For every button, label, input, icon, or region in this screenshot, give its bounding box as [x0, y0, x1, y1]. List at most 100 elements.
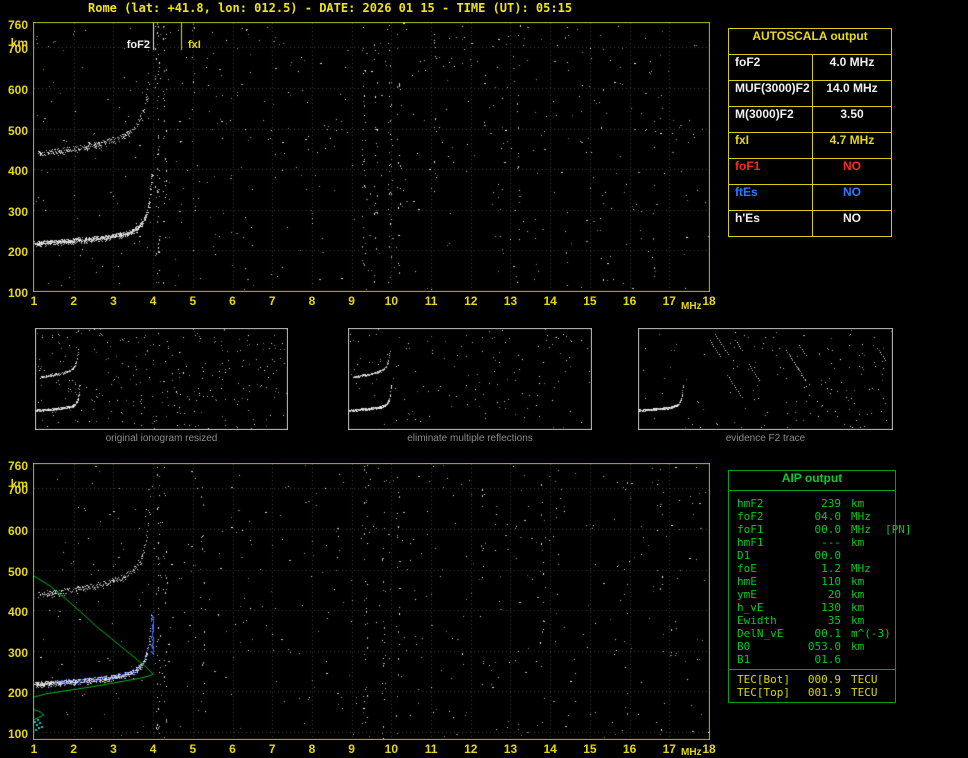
y-axis-tick-label: 100 [7, 727, 28, 741]
aip-row-unit [841, 549, 885, 562]
aip-row-val: 1.2 [821, 562, 841, 575]
y-axis-tick-label: 400 [7, 164, 28, 179]
aip-row: B1 01.6 [729, 653, 895, 666]
top-ionogram-canvas [33, 22, 710, 292]
autoscala-row-label: h'Es [729, 211, 813, 236]
autoscala-row: fxI 4.7 MHz [729, 133, 891, 159]
autoscala-row: M(3000)F2 3.50 [729, 107, 891, 133]
x-axis-tick-label: 12 [464, 294, 478, 308]
thumbnail-evidence-f2-trace [638, 328, 893, 430]
aip-row-val: 01.6 [814, 653, 842, 666]
y-axis-tick-label: 760 [7, 459, 28, 473]
aip-row-extra [885, 510, 889, 523]
aip-table-rows: hmF2 239 km foF2 04.0 MHz foF1 00.0 MHz [PN] hmF1 -… [729, 497, 912, 699]
aip-row: Ewidth 35 km [729, 614, 895, 627]
autoscala-row: MUF(3000)F2 14.0 MHz [729, 81, 891, 107]
x-axis-tick-label: 17 [662, 742, 676, 756]
y-axis-tick-label: 300 [7, 645, 28, 660]
y-axis-tick-label: 200 [7, 686, 28, 701]
aip-row-extra [885, 640, 889, 653]
x-axis-tick-label: 3 [110, 742, 117, 756]
aip-row-label: hmF1 [737, 536, 764, 549]
autoscala-row: foF1 NO [729, 159, 891, 185]
aip-tec-divider [729, 669, 895, 670]
aip-row: foE 1.2 MHz [729, 562, 895, 575]
aip-row-extra [885, 549, 889, 562]
aip-row-extra [885, 536, 889, 549]
x-axis-tick-label: 14 [543, 742, 557, 756]
autoscala-row-label: foF1 [729, 159, 813, 184]
aip-row-extra [885, 601, 889, 614]
aip-row-unit: km [851, 536, 865, 549]
aip-row-extra [885, 588, 889, 601]
autoscala-row-value: NO [843, 159, 861, 173]
aip-row-label: Ewidth [737, 614, 777, 627]
x-axis-tick-label: 6 [229, 294, 236, 308]
y-axis-unit-label: km [10, 477, 28, 491]
x-axis-tick-label: 9 [348, 742, 355, 756]
aip-row-val: 00.1 [814, 627, 842, 640]
aip-row-extra [885, 653, 889, 666]
aip-row-val: 053.0 [807, 640, 841, 653]
autoscala-row: h'Es NO [729, 211, 891, 236]
aip-row-label: B1 [737, 653, 751, 666]
aip-row-val: 04.0 [814, 510, 842, 523]
aip-row-val: --- [821, 536, 841, 549]
fxi-marker-label: fxI [188, 39, 201, 51]
y-axis-tick-label: 200 [7, 245, 28, 260]
aip-row-unit: MHz [851, 510, 871, 523]
aip-row-extra [885, 575, 889, 588]
aip-row-unit: MHz [851, 562, 871, 575]
x-axis-tick-label: 4 [149, 294, 157, 308]
aip-row-val: 130 [821, 601, 841, 614]
aip-row: hmE 110 km [729, 575, 895, 588]
x-axis-tick-label: 18 [702, 294, 716, 308]
x-axis-tick-label: 7 [268, 742, 276, 756]
aip-row-unit: km [851, 575, 865, 588]
autoscala-row-label: ftEs [729, 185, 813, 210]
x-axis-tick-label: 11 [424, 294, 438, 308]
x-axis-tick-label: 17 [662, 294, 676, 308]
aip-row-unit: MHz [851, 523, 871, 536]
aip-row-val: 20 [827, 588, 841, 601]
aip-row-label: foE [737, 562, 757, 575]
aip-output-table: AIP output hmF2 239 km foF2 04.0 MHz foF1 00.0 M… [728, 470, 912, 703]
aip-row-label: B0 [737, 640, 751, 653]
aip-row: DelN_vE 00.1 m^(-3) [729, 627, 895, 640]
aip-row-val: 110 [821, 575, 841, 588]
aip-row-label: foF2 [737, 510, 764, 523]
x-axis-tick-label: 8 [308, 294, 316, 308]
thumbnail-eliminate-reflections [348, 328, 592, 430]
y-axis-tick-label: 600 [7, 82, 28, 97]
aip-row-unit: km [851, 588, 865, 601]
x-axis-tick-label: 7 [268, 294, 276, 308]
aip-row-unit: m^(-3) [851, 627, 891, 640]
aip-row-extra [885, 497, 889, 510]
x-axis-tick-label: 15 [583, 742, 597, 756]
bottom-ionogram-canvas [33, 463, 710, 740]
x-axis-tick-label: 14 [543, 294, 557, 308]
x-axis-tick-label: 5 [189, 294, 197, 308]
x-axis-tick-label: 3 [110, 294, 117, 308]
aip-row-extra [885, 562, 889, 575]
aip-row-val: 35 [827, 614, 841, 627]
aip-row-val: 00.0 [814, 549, 842, 562]
x-axis-tick-label: 11 [424, 742, 438, 756]
aip-row: B0 053.0 km [729, 640, 895, 653]
thumbnail-caption-evidence: evidence F2 trace [725, 433, 806, 444]
aip-table-header: AIP output [729, 471, 895, 491]
aip-row-val: 239 [821, 497, 841, 510]
autoscala-row-value: 4.7 MHz [829, 133, 875, 147]
x-axis-tick-label: 16 [622, 294, 637, 308]
x-axis-tick-label: 12 [464, 742, 478, 756]
y-axis-tick-label: 100 [7, 286, 28, 300]
aip-row-unit: km [851, 640, 865, 653]
y-axis-tick-label: 500 [7, 564, 28, 579]
autoscala-row-value: 4.0 MHz [829, 55, 875, 69]
aip-row: ymE 20 km [729, 588, 895, 601]
autoscala-row-value: NO [843, 211, 861, 225]
aip-row-extra [885, 627, 889, 640]
y-axis-tick-label: 400 [7, 605, 28, 620]
fof2-marker-label: foF2 [126, 39, 150, 51]
thumbnail-caption-eliminate: eliminate multiple reflections [407, 433, 533, 444]
